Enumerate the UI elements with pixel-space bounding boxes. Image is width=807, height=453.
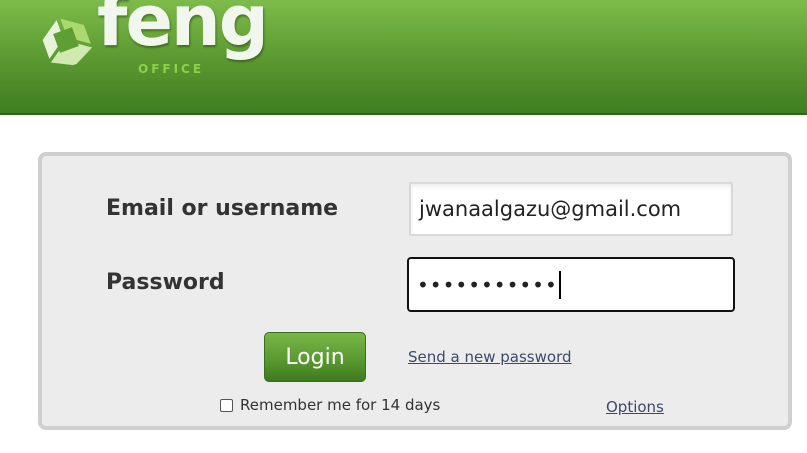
remember-me-label: Remember me for 14 days bbox=[240, 396, 441, 414]
options-link[interactable]: Options bbox=[606, 398, 664, 416]
password-field-value: ••••••••••• bbox=[417, 272, 558, 297]
email-label: Email or username bbox=[106, 196, 339, 221]
password-field[interactable]: ••••••••••• bbox=[407, 257, 735, 312]
remember-me-checkbox[interactable] bbox=[220, 398, 233, 412]
logo-subtitle: OFFICE bbox=[138, 62, 205, 76]
email-field[interactable]: jwanaalgazu@gmail.com bbox=[409, 182, 733, 236]
logo-wordmark: feng bbox=[97, 0, 269, 62]
send-new-password-link[interactable]: Send a new password bbox=[408, 348, 572, 366]
remember-me[interactable]: Remember me for 14 days bbox=[220, 396, 440, 414]
login-panel: Email or username jwanaalgazu@gmail.com … bbox=[38, 152, 792, 430]
feng-office-logo-icon bbox=[42, 18, 93, 66]
login-button[interactable]: Login bbox=[264, 332, 366, 382]
password-label: Password bbox=[106, 270, 225, 295]
feng-office-logo: feng OFFICE bbox=[34, 0, 269, 90]
header-bar: feng OFFICE bbox=[0, 0, 807, 115]
text-cursor bbox=[558, 270, 561, 299]
email-field-value: jwanaalgazu@gmail.com bbox=[419, 197, 682, 221]
